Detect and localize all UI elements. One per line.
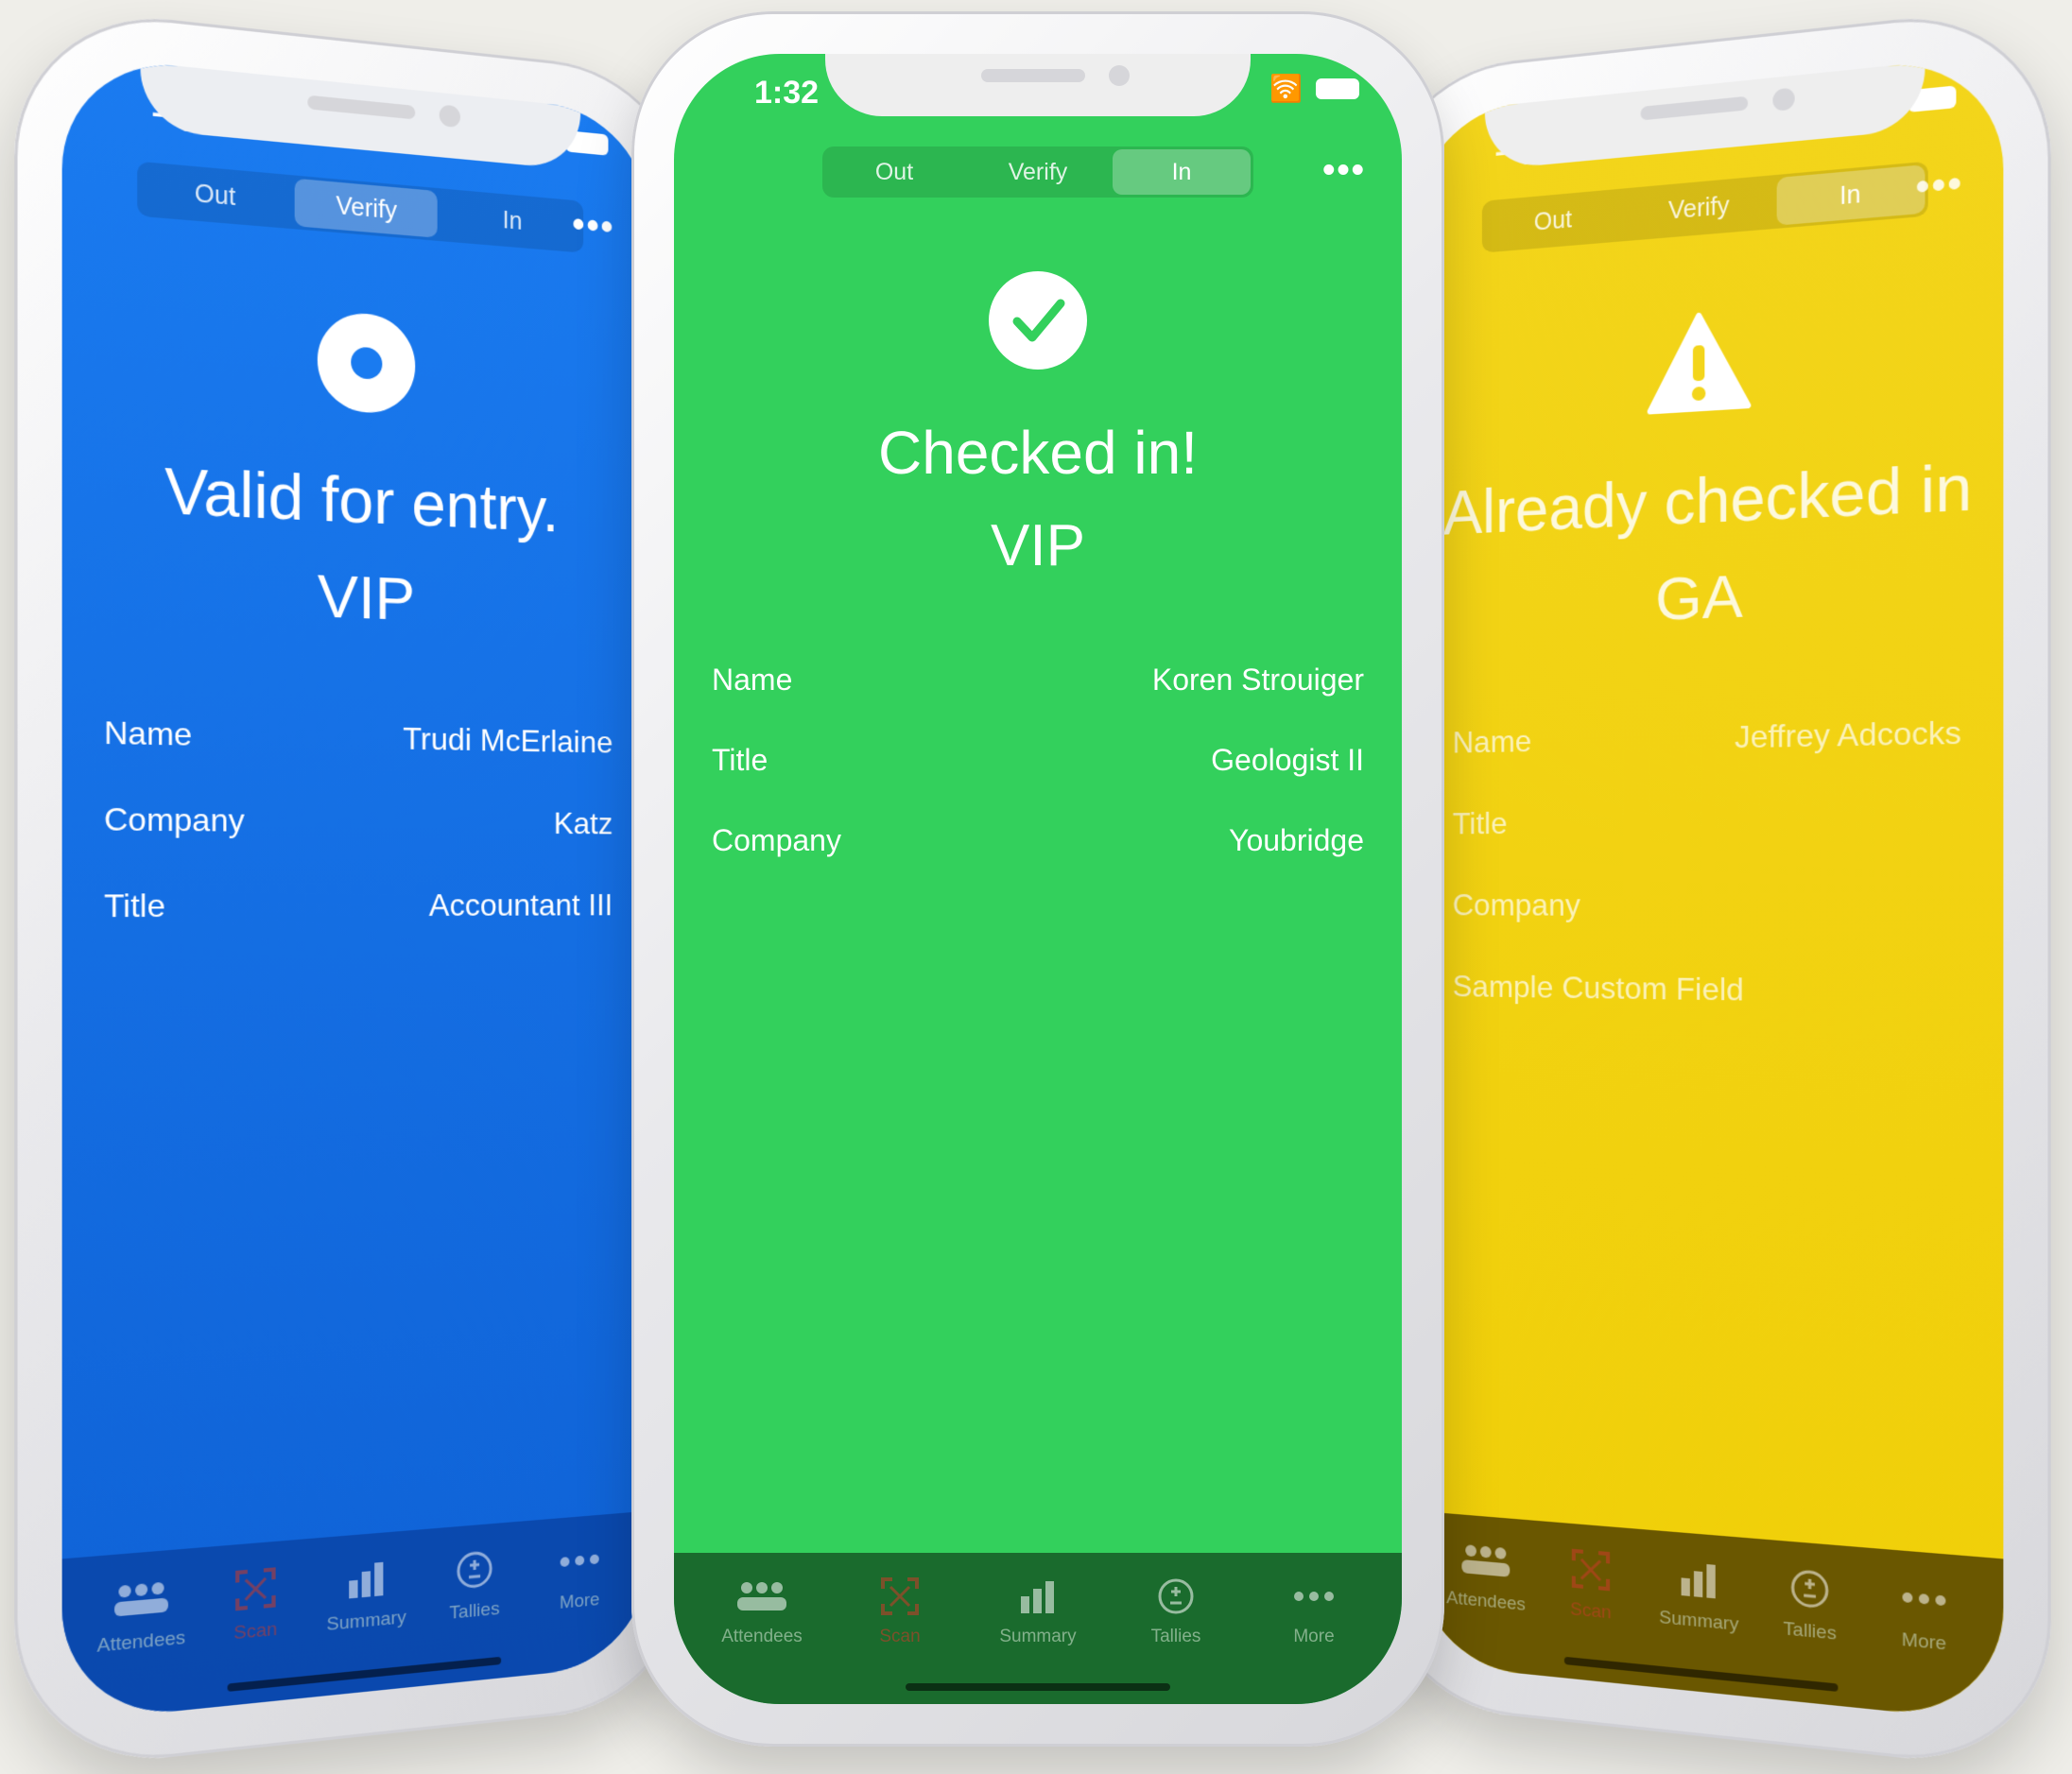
mode-segmented-control: Out Verify In (1481, 161, 1928, 253)
field-label: Title (712, 743, 768, 777)
field-label: Company (104, 801, 245, 839)
plus-minus-circle-icon (456, 1545, 493, 1595)
tab-more[interactable]: More (1245, 1553, 1383, 1704)
field-row: Name Trudi McErlaine (104, 690, 613, 784)
field-value: Geologist II (1211, 743, 1364, 777)
people-icon (112, 1573, 170, 1627)
tab-more[interactable]: More (527, 1512, 631, 1675)
field-label: Name (104, 714, 193, 753)
ellipsis-icon (560, 1536, 600, 1585)
tab-summary[interactable]: Summary (969, 1553, 1107, 1704)
field-row: Company (1453, 863, 1961, 950)
bar-chart-icon (1680, 1554, 1718, 1605)
phone-valid-entry: 1:32 🛜 Out Verify In ••• Valid for entry… (14, 3, 690, 1774)
notch (140, 61, 581, 171)
status-headline: Already checked in (1442, 451, 1973, 548)
status-headline: Checked in! (878, 419, 1198, 487)
field-row: Title Geologist II (712, 720, 1364, 801)
tab-bar: Attendees Scan Summary Tallies More (61, 1510, 649, 1723)
ticket-type: VIP (317, 561, 416, 634)
bar-chart-icon (1019, 1574, 1057, 1619)
attendee-fields: Name Koren Strouiger Title Geologist II Co… (712, 640, 1364, 881)
segment-verify[interactable]: Verify (294, 178, 438, 238)
phone-already-checked-in: 1:32 🛜 Out Verify In ••• Already checked… (1375, 3, 2051, 1774)
field-row: Sample Custom Field (1453, 946, 1961, 1037)
wifi-icon: 🛜 (1269, 74, 1303, 103)
field-row: Name Jeffrey Adcocks (1453, 690, 1961, 784)
segment-in[interactable]: In (1113, 149, 1251, 195)
segment-out[interactable]: Out (825, 149, 963, 195)
field-row: Title Accountant III (104, 863, 613, 950)
field-label: Company (1452, 887, 1580, 922)
field-value: Katz (553, 805, 613, 841)
field-label: Title (1452, 805, 1508, 841)
tab-tallies[interactable]: Tallies (1107, 1553, 1245, 1704)
more-options-icon[interactable]: ••• (572, 204, 614, 249)
segment-out[interactable]: Out (141, 164, 289, 226)
field-value: Koren Strouiger (1151, 663, 1364, 697)
segment-verify[interactable]: Verify (969, 149, 1107, 195)
ellipsis-icon (1901, 1573, 1946, 1626)
tab-bar: Attendees Scan Summary Tallies More (1416, 1510, 2004, 1723)
mode-segmented-control: Out Verify In (137, 161, 584, 253)
tab-attendees[interactable]: Attendees (1434, 1512, 1538, 1675)
people-icon (735, 1574, 788, 1619)
notch (1484, 61, 1925, 171)
field-row: Title (1453, 776, 1961, 864)
attendee-fields: Name Jeffrey Adcocks Title Company Sample… (1453, 690, 1961, 1036)
tab-bar: Attendees Scan Summary Tallies More (674, 1553, 1402, 1704)
screen-valid-entry: 1:32 🛜 Out Verify In ••• Valid for entry… (61, 54, 649, 1723)
segment-in[interactable]: In (443, 192, 580, 250)
tab-scan[interactable]: Scan (831, 1553, 969, 1704)
attendee-fields: Name Trudi McErlaine Company Katz Title Acc… (104, 690, 613, 950)
more-options-icon[interactable]: ••• (1916, 163, 1963, 211)
field-label: Name (712, 663, 793, 697)
home-indicator (906, 1683, 1170, 1691)
phone-checked-in: 1:32 🛜 Out Verify In ••• Checked in! VIP… (631, 11, 1444, 1747)
field-value: Accountant III (428, 887, 613, 923)
tab-attendees[interactable]: Attendees (693, 1553, 831, 1704)
field-label: Title (104, 887, 165, 924)
status-time: 1:32 (754, 75, 820, 111)
field-value: Youbridge (1229, 823, 1364, 857)
screen-checked-in: 1:32 🛜 Out Verify In ••• Checked in! VIP… (674, 54, 1402, 1704)
field-value: Jeffrey Adcocks (1735, 714, 1961, 755)
field-row: Company Katz (104, 776, 613, 864)
plus-minus-circle-icon (1789, 1563, 1830, 1614)
field-row: Name Koren Strouiger (712, 640, 1364, 720)
segment-out[interactable]: Out (1485, 192, 1622, 250)
people-icon (1459, 1536, 1511, 1587)
field-label: Name (1452, 723, 1532, 760)
ticket-type: VIP (991, 513, 1085, 578)
battery-icon (1316, 78, 1359, 99)
field-label: Sample Custom Field (1452, 968, 1744, 1008)
field-row: Company Youbridge (712, 801, 1364, 881)
bar-chart-icon (347, 1554, 386, 1605)
check-circle-icon (987, 269, 1089, 371)
plus-minus-circle-icon (1157, 1574, 1195, 1619)
scan-icon (881, 1574, 919, 1619)
target-icon (314, 306, 420, 420)
more-options-icon[interactable]: ••• (1322, 150, 1366, 191)
field-value: Trudi McErlaine (403, 720, 613, 760)
tab-more[interactable]: More (1867, 1548, 1983, 1721)
segment-in[interactable]: In (1776, 164, 1925, 226)
scan-icon (235, 1563, 276, 1614)
scan-icon (1572, 1545, 1610, 1595)
mode-segmented-control: Out Verify In (822, 146, 1253, 198)
screen-already-checked-in: 1:32 🛜 Out Verify In ••• Already checked… (1416, 54, 2004, 1723)
status-headline: Valid for entry. (164, 455, 560, 545)
tab-attendees[interactable]: Attendees (83, 1548, 199, 1721)
segment-verify[interactable]: Verify (1628, 179, 1770, 238)
warning-icon (1647, 306, 1753, 420)
ellipsis-icon (1293, 1574, 1335, 1619)
field-label: Company (712, 823, 841, 857)
ticket-type: GA (1655, 562, 1743, 634)
notch (825, 54, 1251, 116)
